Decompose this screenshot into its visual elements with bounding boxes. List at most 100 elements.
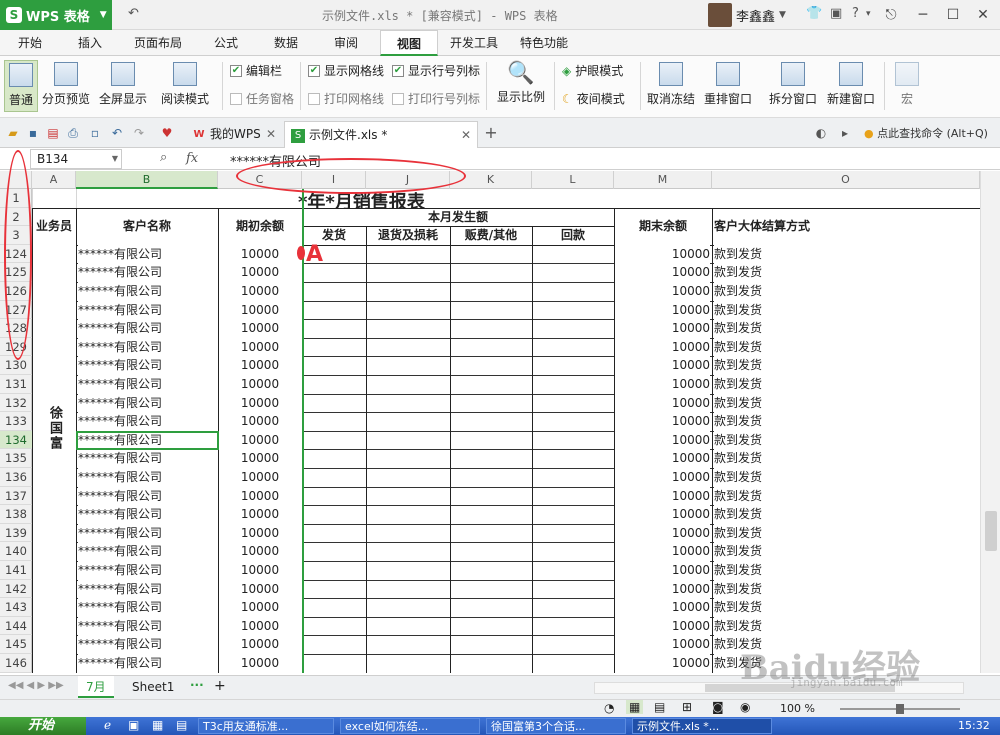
name-box[interactable]: B134 ▼ <box>30 149 122 169</box>
split-window-button[interactable]: 拆分窗口 <box>766 60 820 112</box>
taskbar-item[interactable]: 徐国富第3个合话... <box>486 718 626 734</box>
row-header-cell[interactable]: 143 <box>0 598 32 617</box>
row-header-cell[interactable]: 138 <box>0 505 32 524</box>
normal-view-icon[interactable]: ▦ <box>626 700 644 714</box>
row-header-cell[interactable]: 131 <box>0 375 32 394</box>
doc-tab-my-wps[interactable]: W 我的WPS ✕ <box>186 121 282 148</box>
app-menu-button[interactable]: S WPS 表格 ▼ <box>0 0 112 30</box>
media-icon[interactable]: ▦ <box>152 718 163 732</box>
row-header-cell[interactable]: 142 <box>0 580 32 599</box>
open-folder-icon[interactable]: ▰ <box>6 126 20 140</box>
close-tab-icon[interactable]: ✕ <box>461 122 471 148</box>
taskbar-item[interactable]: T3c用友通标准... <box>198 718 334 734</box>
close-tab-icon[interactable]: ✕ <box>266 121 276 147</box>
ie-icon[interactable]: ℯ <box>104 718 111 732</box>
eye-mode-button[interactable]: ◈ 护眼模式 <box>562 62 623 79</box>
tab-review[interactable]: 审阅 <box>328 30 364 56</box>
chevron-down-icon[interactable]: ▾ <box>866 9 871 19</box>
zoom-button[interactable]: 🔍 显示比例 <box>494 60 548 112</box>
print-headings-checkbox[interactable]: 打印行号列标 <box>392 90 480 107</box>
undo-icon[interactable]: ↶ <box>110 126 124 140</box>
sheet-tab-july[interactable]: 7月 <box>78 676 114 698</box>
help-icon[interactable]: ? <box>852 6 859 21</box>
export-pdf-icon[interactable]: ▤ <box>46 126 60 140</box>
column-header-cell[interactable]: O <box>712 171 980 189</box>
arrange-windows-button[interactable]: 重排窗口 <box>702 60 754 112</box>
column-header-cell[interactable]: M <box>614 171 712 189</box>
undo-icon[interactable]: ↶ <box>128 6 139 21</box>
tab-formulas[interactable]: 公式 <box>208 30 244 56</box>
taskbar-item[interactable]: 示例文件.xls *... <box>632 718 772 734</box>
redo-icon[interactable]: ↷ <box>132 126 146 140</box>
sheet-tab-sheet1[interactable]: Sheet1 <box>124 676 182 698</box>
magnifier-icon[interactable]: ⌕ <box>160 150 167 165</box>
row-header-cell[interactable]: 146 <box>0 654 32 673</box>
reading-mode-button[interactable]: 阅读模式 <box>154 60 216 112</box>
night-mode-button[interactable]: ☾ 夜间模式 <box>562 90 625 107</box>
normal-view-button[interactable]: 普通 <box>4 60 38 112</box>
row-header-cell[interactable]: 141 <box>0 561 32 580</box>
explorer-icon[interactable]: ▤ <box>176 718 187 732</box>
more-sheets-icon[interactable]: ··· <box>190 678 204 692</box>
restore-ribbon-icon[interactable]: ⎋ <box>880 4 902 26</box>
new-window-button[interactable]: 新建窗口 <box>824 60 878 112</box>
row-header-cell[interactable]: 135 <box>0 449 32 468</box>
macro-button[interactable]: 宏 <box>892 60 922 112</box>
row-header-cell[interactable]: 134 <box>0 430 32 450</box>
close-button[interactable]: ✕ <box>972 4 994 26</box>
row-header-cell[interactable]: 145 <box>0 635 32 654</box>
row-header-cell[interactable]: 137 <box>0 487 32 506</box>
row-header-cell[interactable]: 136 <box>0 468 32 487</box>
fx-icon[interactable]: fx <box>186 151 198 166</box>
tab-view[interactable]: 视图 <box>380 30 438 56</box>
spreadsheet-grid[interactable]: *年*月销售报表 业务员 客户名称 期初余额 本月发生额 发货 退货及损耗 贩费/其他 回款 期末… <box>32 189 980 673</box>
add-sheet-icon[interactable]: + <box>214 678 226 694</box>
shirt-icon[interactable]: 👕 <box>806 6 822 21</box>
doc-tab-example-file[interactable]: S 示例文件.xls * ✕ <box>284 121 478 148</box>
task-pane-checkbox[interactable]: 任务窗格 <box>230 90 294 107</box>
row-header-cell[interactable]: 139 <box>0 524 32 543</box>
zoom-slider-thumb[interactable] <box>896 704 904 714</box>
sheet-nav-icon[interactable]: ◀◀ ◀ ▶ ▶▶ <box>8 680 64 691</box>
new-tab-icon[interactable]: + <box>484 125 498 141</box>
show-gridlines-checkbox[interactable]: ✔ 显示网格线 <box>308 62 384 79</box>
page-break-icon[interactable]: ⊞ <box>682 700 692 714</box>
search-command[interactable]: ● 点此查找命令 (Alt+Q) <box>864 125 988 141</box>
tab-data[interactable]: 数据 <box>268 30 304 56</box>
column-header-cell[interactable]: L <box>532 171 614 189</box>
maximize-button[interactable]: ☐ <box>942 4 964 26</box>
desktop-icon[interactable]: ▣ <box>128 718 139 732</box>
minimize-button[interactable]: ─ <box>912 4 934 26</box>
unfreeze-panes-button[interactable]: 取消冻结 <box>646 60 696 112</box>
tab-insert[interactable]: 插入 <box>72 30 108 56</box>
history-icon[interactable]: ◔ <box>604 701 614 715</box>
eye-mode-icon[interactable]: ◉ <box>740 700 750 714</box>
row-header-cell[interactable]: 133 <box>0 412 32 431</box>
print-icon[interactable]: ⎙ <box>66 126 80 140</box>
row-header-cell[interactable]: 132 <box>0 394 32 413</box>
print-preview-icon[interactable]: ▫ <box>88 126 102 140</box>
settings-icon[interactable]: ◐ <box>814 126 828 140</box>
page-break-preview-button[interactable]: 分页预览 <box>40 60 92 112</box>
tab-special[interactable]: 特色功能 <box>514 30 574 56</box>
full-screen-button[interactable]: 全屏显示 <box>96 60 150 112</box>
start-button[interactable]: 开始 <box>0 717 86 735</box>
row-header-cell[interactable]: 140 <box>0 542 32 561</box>
formula-bar-checkbox[interactable]: ✔ 编辑栏 <box>230 62 282 79</box>
tab-home[interactable]: 开始 <box>12 30 48 56</box>
flag-icon[interactable]: ▸ <box>838 126 852 140</box>
zoom-slider[interactable] <box>840 704 960 714</box>
reading-mode-icon[interactable]: ◙ <box>712 700 724 714</box>
save-icon[interactable]: ▪ <box>26 126 40 140</box>
row-header-cell[interactable]: 144 <box>0 617 32 636</box>
scrollbar-thumb[interactable] <box>985 511 997 551</box>
tab-page-layout[interactable]: 页面布局 <box>128 30 188 56</box>
print-gridlines-checkbox[interactable]: 打印网格线 <box>308 90 384 107</box>
column-header-cell[interactable]: A <box>32 171 76 189</box>
box-icon[interactable]: ▣ <box>830 6 842 21</box>
customize-icon[interactable]: ♥ <box>160 126 174 140</box>
tab-developer[interactable]: 开发工具 <box>444 30 504 56</box>
user-account[interactable]: 李鑫鑫 ▼ <box>708 3 786 27</box>
page-layout-icon[interactable]: ▤ <box>654 700 665 714</box>
show-headings-checkbox[interactable]: ✔ 显示行号列标 <box>392 62 480 79</box>
